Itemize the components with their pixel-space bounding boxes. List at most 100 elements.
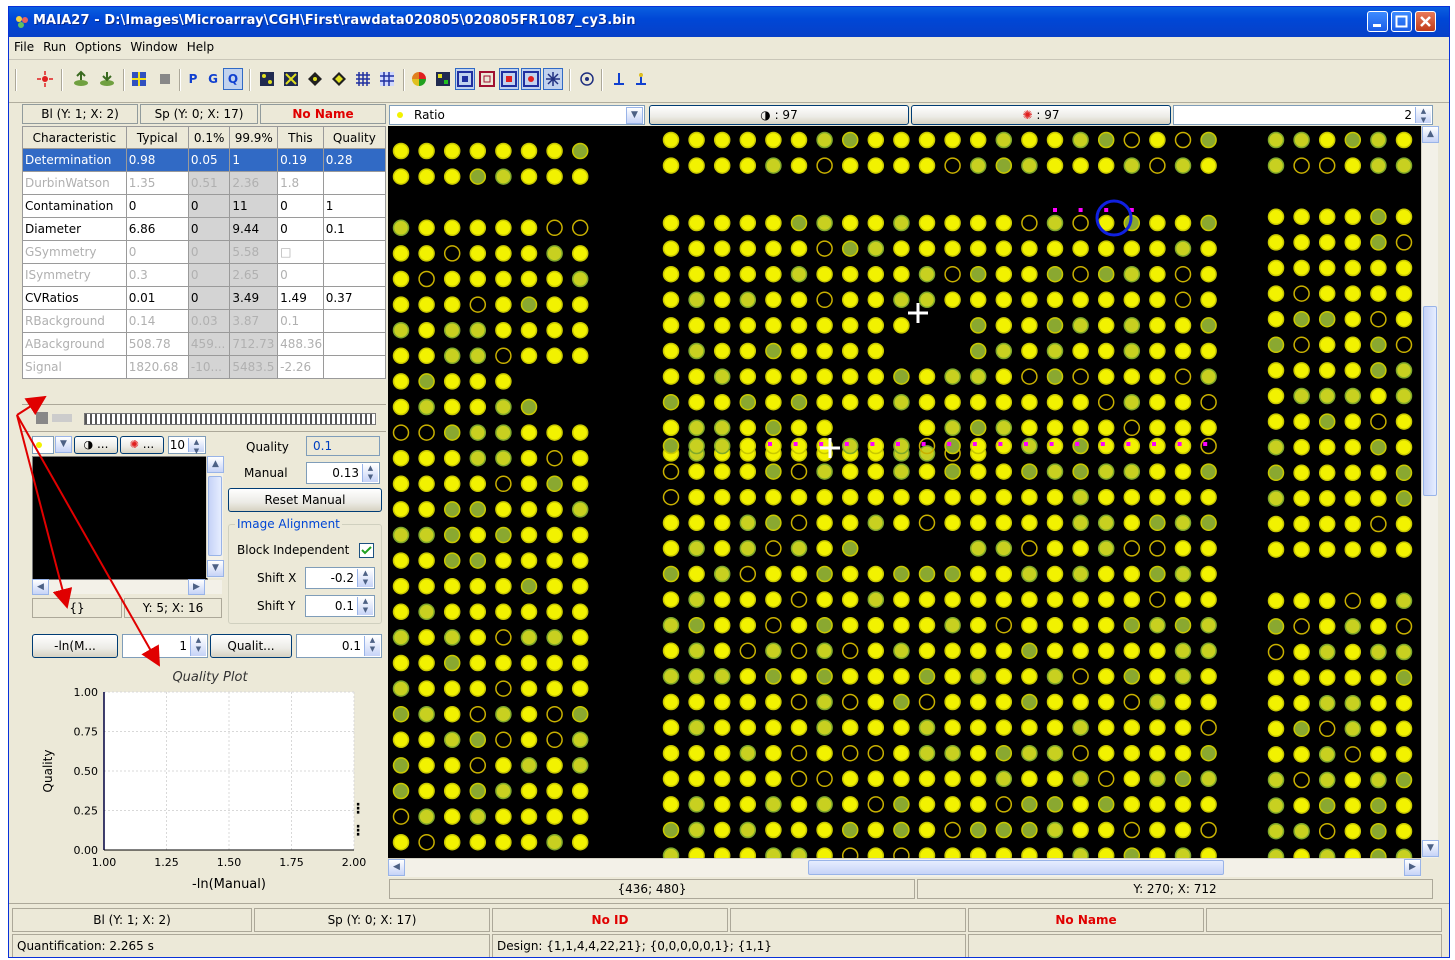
menu-window[interactable]: Window (125, 37, 181, 54)
table-row[interactable]: ABackground 508.78 459... 712.73 488.36 (22, 332, 387, 356)
brightness-button[interactable]: ✺ : 97 (911, 105, 1171, 125)
maximize-button[interactable] (1391, 11, 1412, 32)
col-characteristic[interactable]: Characteristic (22, 126, 127, 149)
scroll-right-icon[interactable]: ▶ (188, 579, 205, 595)
scroll-thumb[interactable] (208, 476, 222, 556)
show-spots-icon[interactable] (455, 68, 475, 90)
mode-select[interactable]: Ratio ▼ (389, 105, 645, 125)
anchor-blue-icon[interactable] (609, 68, 629, 90)
diamond-icon[interactable] (329, 68, 349, 90)
spin-arrows-icon[interactable]: ▲ ▼ (188, 438, 204, 455)
burst-icon[interactable] (35, 68, 55, 90)
target-icon[interactable] (577, 68, 597, 90)
scroll-left-icon[interactable]: ◀ (388, 859, 405, 876)
scroll-down-icon[interactable]: ▼ (207, 560, 224, 577)
spin-arrows-icon[interactable]: ▲ ▼ (190, 636, 206, 656)
spot (1344, 848, 1362, 858)
scroll-thumb[interactable] (808, 860, 1224, 875)
col-typical[interactable]: Typical (125, 126, 189, 149)
quality-plot[interactable]: Quality Plot 1.00 1.25 1.50 1.75 2.00 0.00 0.2… (22, 664, 386, 904)
table-row[interactable]: Determination 0.98 0.05 1 0.19 0.28 (22, 148, 387, 172)
block-independent-checkbox[interactable] (359, 543, 374, 558)
table-row[interactable]: RBackground 0.14 0.03 3.87 0.1 (22, 309, 387, 333)
shift-y-stepper[interactable]: 0.1 ▲ ▼ (305, 595, 375, 617)
microarray-image[interactable] (388, 126, 1421, 858)
shift-x-stepper[interactable]: -0.2 ▲ ▼ (305, 567, 375, 589)
spin-arrows-icon[interactable]: ▲ ▼ (1415, 107, 1431, 124)
p-button[interactable]: P (183, 68, 203, 90)
scroll-right-icon[interactable]: ▶ (1404, 859, 1421, 876)
menu-help[interactable]: Help (182, 37, 218, 54)
quality-map-icon[interactable] (433, 68, 453, 90)
spot (918, 488, 936, 506)
spot (739, 131, 757, 149)
table-row[interactable]: Signal 1820.68 -10... 5483.5 -2.26 (22, 355, 387, 379)
color-wheel-icon[interactable] (409, 68, 429, 90)
g-button[interactable]: G (203, 68, 223, 90)
table-row[interactable]: CVRatios 0.01 0 3.49 1.49 0.37 (22, 286, 387, 310)
spot (443, 782, 461, 800)
q-button[interactable]: Q (223, 68, 243, 90)
y-axis-select-button[interactable]: Qualit... (210, 634, 292, 658)
scroll-up-icon[interactable]: ▲ (207, 456, 224, 473)
show-center-icon[interactable] (521, 68, 541, 90)
spin-arrows-icon[interactable]: ▲ ▼ (357, 569, 373, 587)
spot-grid-alt-icon[interactable] (377, 68, 397, 90)
spot (816, 540, 833, 557)
zoom-level-stepper[interactable]: 2 ▲ ▼ (1173, 105, 1433, 125)
find-blocks-icon[interactable] (281, 68, 301, 90)
spot (1318, 541, 1336, 558)
menu-file[interactable]: File (9, 37, 38, 54)
table-row[interactable]: GSymmetry 0 0 5.58 □ (22, 240, 387, 264)
save-image-icon[interactable] (97, 68, 117, 90)
chevron-down-icon[interactable]: ▼ (626, 107, 643, 124)
snowflake-icon[interactable] (543, 68, 563, 90)
spin-arrows-icon[interactable]: ▲ ▼ (357, 597, 373, 615)
table-row[interactable]: Contamination 0 0 11 0 1 (22, 194, 387, 218)
table-cell: 5483.5 (229, 355, 279, 379)
show-contour-icon[interactable] (499, 68, 519, 90)
table-row[interactable]: ISymmetry 0.3 0 2.65 0 (22, 263, 387, 287)
col-this[interactable]: This (277, 126, 324, 149)
close-button[interactable] (1415, 11, 1436, 32)
spot (1293, 848, 1310, 858)
show-bg-icon[interactable] (477, 68, 497, 90)
scroll-down-icon[interactable]: ▼ (1422, 840, 1439, 857)
menu-run[interactable]: Run (38, 37, 70, 54)
spot (765, 214, 782, 232)
col-high[interactable]: 99.9% (229, 126, 279, 149)
title-bar[interactable]: MAIA27 - D:\Images\Microarray\CGH\First\… (9, 7, 1449, 37)
minimize-button[interactable] (1367, 11, 1388, 32)
spot (867, 719, 885, 736)
anchor-alt-icon[interactable] (631, 68, 651, 90)
scroll-up-icon[interactable]: ▲ (1422, 126, 1439, 143)
stop-icon[interactable] (155, 68, 175, 90)
spot (969, 693, 987, 711)
image-vscrollbar[interactable]: ▲ ▼ (1421, 126, 1439, 858)
image-hscrollbar[interactable]: ◀ ▶ (388, 858, 1421, 877)
grid-overlay-icon[interactable] (129, 68, 149, 90)
table-row[interactable]: DurbinWatson 1.35 0.51 2.36 1.8 (22, 171, 387, 195)
zoom-vscrollbar[interactable]: ▲ ▼ (206, 456, 224, 578)
spot (918, 265, 936, 283)
col-quality[interactable]: Quality (322, 126, 387, 149)
manual-stepper[interactable]: 0.13 ▲ ▼ (306, 462, 380, 484)
contrast-button[interactable]: ◑ : 97 (649, 105, 909, 125)
load-image-icon[interactable] (71, 68, 91, 90)
col-low[interactable]: 0.1% (187, 126, 231, 149)
spot (918, 565, 936, 583)
spot-grid-icon[interactable] (353, 68, 373, 90)
spin-arrows-icon[interactable]: ▲ ▼ (362, 464, 378, 482)
table-row[interactable]: Diameter 6.86 0 9.44 0 0.1 (22, 217, 387, 241)
find-grid-icon[interactable] (257, 68, 277, 90)
y-axis-stepper[interactable]: 0.1 ▲ ▼ (296, 634, 382, 658)
diamond-cross-icon[interactable] (305, 68, 325, 90)
spot (739, 821, 757, 839)
spot (688, 317, 705, 334)
menu-options[interactable]: Options (70, 37, 125, 54)
reset-manual-button[interactable]: Reset Manual (228, 488, 382, 512)
microarray-canvas[interactable] (388, 126, 1421, 858)
spot (1072, 744, 1089, 762)
spin-arrows-icon[interactable]: ▲ ▼ (364, 636, 380, 656)
scroll-thumb[interactable] (1423, 306, 1437, 496)
